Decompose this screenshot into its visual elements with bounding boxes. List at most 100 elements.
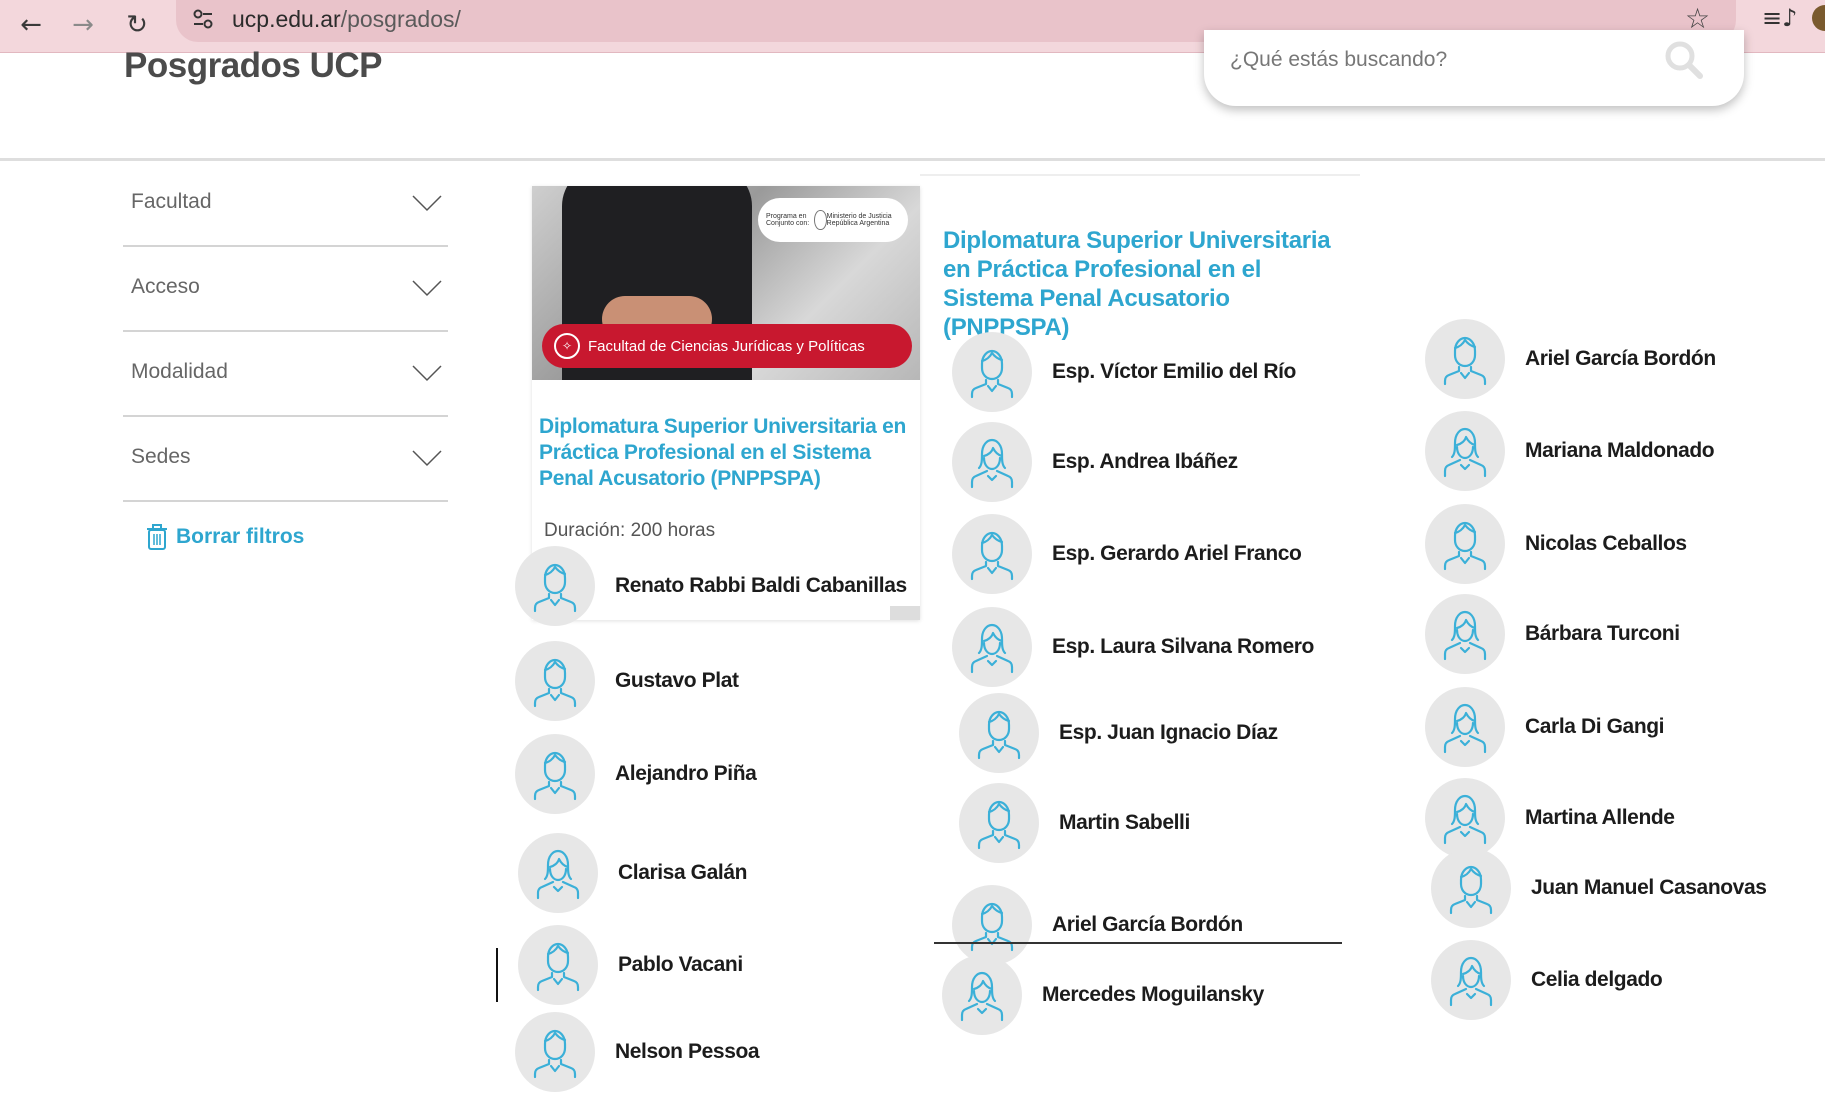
chevron-down-icon[interactable] <box>412 194 442 212</box>
faculty-member-name: Ariel García Bordón <box>1052 913 1243 936</box>
faculty-name: Facultad de Ciencias Jurídicas y Polític… <box>588 337 865 355</box>
faculty-member-name: Esp. Juan Ignacio Díaz <box>1059 721 1278 744</box>
text-cursor <box>496 948 498 1002</box>
faculty-member[interactable]: Esp. Juan Ignacio Díaz <box>959 693 1278 773</box>
faculty-member[interactable]: Juan Manuel Casanovas <box>1431 848 1767 928</box>
female-avatar-icon <box>1425 687 1505 767</box>
header-divider <box>0 158 1825 161</box>
divider-line <box>934 942 1342 944</box>
faculty-member-name: Gustavo Plat <box>615 669 739 692</box>
faculty-member[interactable]: Mercedes Moguilansky <box>942 955 1264 1035</box>
faculty-member[interactable]: Bárbara Turconi <box>1425 594 1680 674</box>
partner-badge: Programa en Conjunto con: Ministerio de … <box>758 198 908 242</box>
filter-label: Modalidad <box>131 360 228 383</box>
male-avatar-icon <box>1431 848 1511 928</box>
faculty-logo-icon: ✧ <box>554 333 580 359</box>
program-heading[interactable]: Diplomatura Superior Universitaria en Pr… <box>943 226 1353 342</box>
faculty-member[interactable]: Carla Di Gangi <box>1425 687 1665 767</box>
search-icon[interactable] <box>1662 38 1706 82</box>
forward-arrow-icon[interactable]: → <box>64 6 102 44</box>
faculty-member[interactable]: Gustavo Plat <box>515 641 739 721</box>
female-avatar-icon <box>1425 411 1505 491</box>
filter-acceso[interactable]: Acceso <box>123 247 448 332</box>
program-image: Programa en Conjunto con: Ministerio de … <box>532 186 920 380</box>
faculty-member[interactable]: Martin Sabelli <box>959 783 1190 863</box>
faculty-member-name: Esp. Gerardo Ariel Franco <box>1052 542 1302 565</box>
faculty-member[interactable]: Martina Allende <box>1425 778 1675 858</box>
ministry-text: Ministerio de Justicia República Argenti… <box>826 213 892 227</box>
filter-label: Acceso <box>131 275 200 298</box>
male-avatar-icon <box>1425 504 1505 584</box>
female-avatar-icon <box>1425 778 1505 858</box>
filter-facultad[interactable]: Facultad <box>123 162 448 247</box>
chevron-down-icon[interactable] <box>412 449 442 467</box>
filter-label: Sedes <box>131 445 191 468</box>
male-avatar-icon <box>515 734 595 814</box>
url-domain: ucp.edu.ar <box>232 6 341 32</box>
clear-filters-label: Borrar filtros <box>176 525 305 548</box>
partner-text: Programa en Conjunto con: <box>766 213 810 227</box>
faculty-member[interactable]: Celia delgado <box>1431 940 1663 1020</box>
male-avatar-icon <box>952 514 1032 594</box>
search-input[interactable] <box>1230 48 1660 72</box>
faculty-member-name: Celia delgado <box>1531 968 1663 991</box>
url-text[interactable]: ucp.edu.ar/posgrados/ <box>232 6 461 33</box>
faculty-member-name: Martin Sabelli <box>1059 811 1190 834</box>
faculty-member-name: Carla Di Gangi <box>1525 715 1665 738</box>
faculty-member[interactable]: Esp. Víctor Emilio del Río <box>952 332 1296 412</box>
male-avatar-icon <box>952 885 1032 965</box>
male-avatar-icon <box>952 332 1032 412</box>
reading-list-icon[interactable]: ≡♪ <box>1762 4 1797 32</box>
female-avatar-icon <box>942 955 1022 1035</box>
filter-label: Facultad <box>131 190 212 213</box>
program-duration: Duración: 200 horas <box>544 520 716 541</box>
faculty-member[interactable]: Ariel García Bordón <box>952 885 1243 965</box>
faculty-member[interactable]: Nelson Pessoa <box>515 1012 760 1092</box>
faculty-member-name: Esp. Laura Silvana Romero <box>1052 635 1314 658</box>
panel-edge <box>920 174 1360 176</box>
male-avatar-icon <box>1425 319 1505 399</box>
female-avatar-icon <box>1431 940 1511 1020</box>
chevron-down-icon[interactable] <box>412 364 442 382</box>
faculty-member-name: Nicolas Ceballos <box>1525 532 1687 555</box>
url-path: /posgrados/ <box>340 6 461 32</box>
faculty-member[interactable]: Esp. Gerardo Ariel Franco <box>952 514 1302 594</box>
seal-icon <box>814 210 827 230</box>
male-avatar-icon <box>515 546 595 626</box>
faculty-member[interactable]: Alejandro Piña <box>515 734 757 814</box>
faculty-member-name: Mariana Maldonado <box>1525 439 1715 462</box>
faculty-member-name: Ariel García Bordón <box>1525 347 1716 370</box>
male-avatar-icon <box>515 1012 595 1092</box>
chevron-down-icon[interactable] <box>412 279 442 297</box>
faculty-member[interactable]: Esp. Laura Silvana Romero <box>952 607 1314 687</box>
faculty-member-name: Clarisa Galán <box>618 861 748 884</box>
trash-icon <box>147 524 167 550</box>
faculty-member[interactable]: Pablo Vacani <box>518 925 743 1005</box>
filter-sedes[interactable]: Sedes <box>123 417 448 502</box>
search-container <box>1204 30 1744 106</box>
program-title[interactable]: Diplomatura Superior Universitaria en Pr… <box>539 414 919 492</box>
faculty-member-name: Renato Rabbi Baldi Cabanillas <box>615 574 907 597</box>
filter-modalidad[interactable]: Modalidad <box>123 332 448 417</box>
page-title[interactable]: Posgrados UCP <box>124 46 383 86</box>
profile-avatar[interactable] <box>1812 5 1825 31</box>
faculty-member-name: Nelson Pessoa <box>615 1040 760 1063</box>
faculty-member-name: Mercedes Moguilansky <box>1042 983 1264 1006</box>
faculty-member-name: Bárbara Turconi <box>1525 622 1680 645</box>
faculty-member[interactable]: Mariana Maldonado <box>1425 411 1715 491</box>
faculty-member-name: Alejandro Piña <box>615 762 757 785</box>
faculty-member[interactable]: Esp. Andrea Ibáñez <box>952 422 1238 502</box>
back-arrow-icon[interactable]: ← <box>12 6 50 44</box>
faculty-member[interactable]: Ariel García Bordón <box>1425 319 1716 399</box>
site-settings-icon[interactable] <box>190 6 216 32</box>
faculty-member-name: Martina Allende <box>1525 806 1675 829</box>
faculty-member[interactable]: Clarisa Galán <box>518 833 747 913</box>
male-avatar-icon <box>515 641 595 721</box>
male-avatar-icon <box>518 925 598 1005</box>
faculty-member[interactable]: Renato Rabbi Baldi Cabanillas <box>515 546 907 626</box>
reload-icon[interactable]: ↻ <box>118 6 156 44</box>
clear-filters-button[interactable]: Borrar filtros <box>146 524 304 550</box>
faculty-member[interactable]: Nicolas Ceballos <box>1425 504 1687 584</box>
female-avatar-icon <box>952 422 1032 502</box>
faculty-member-name: Esp. Andrea Ibáñez <box>1052 450 1238 473</box>
